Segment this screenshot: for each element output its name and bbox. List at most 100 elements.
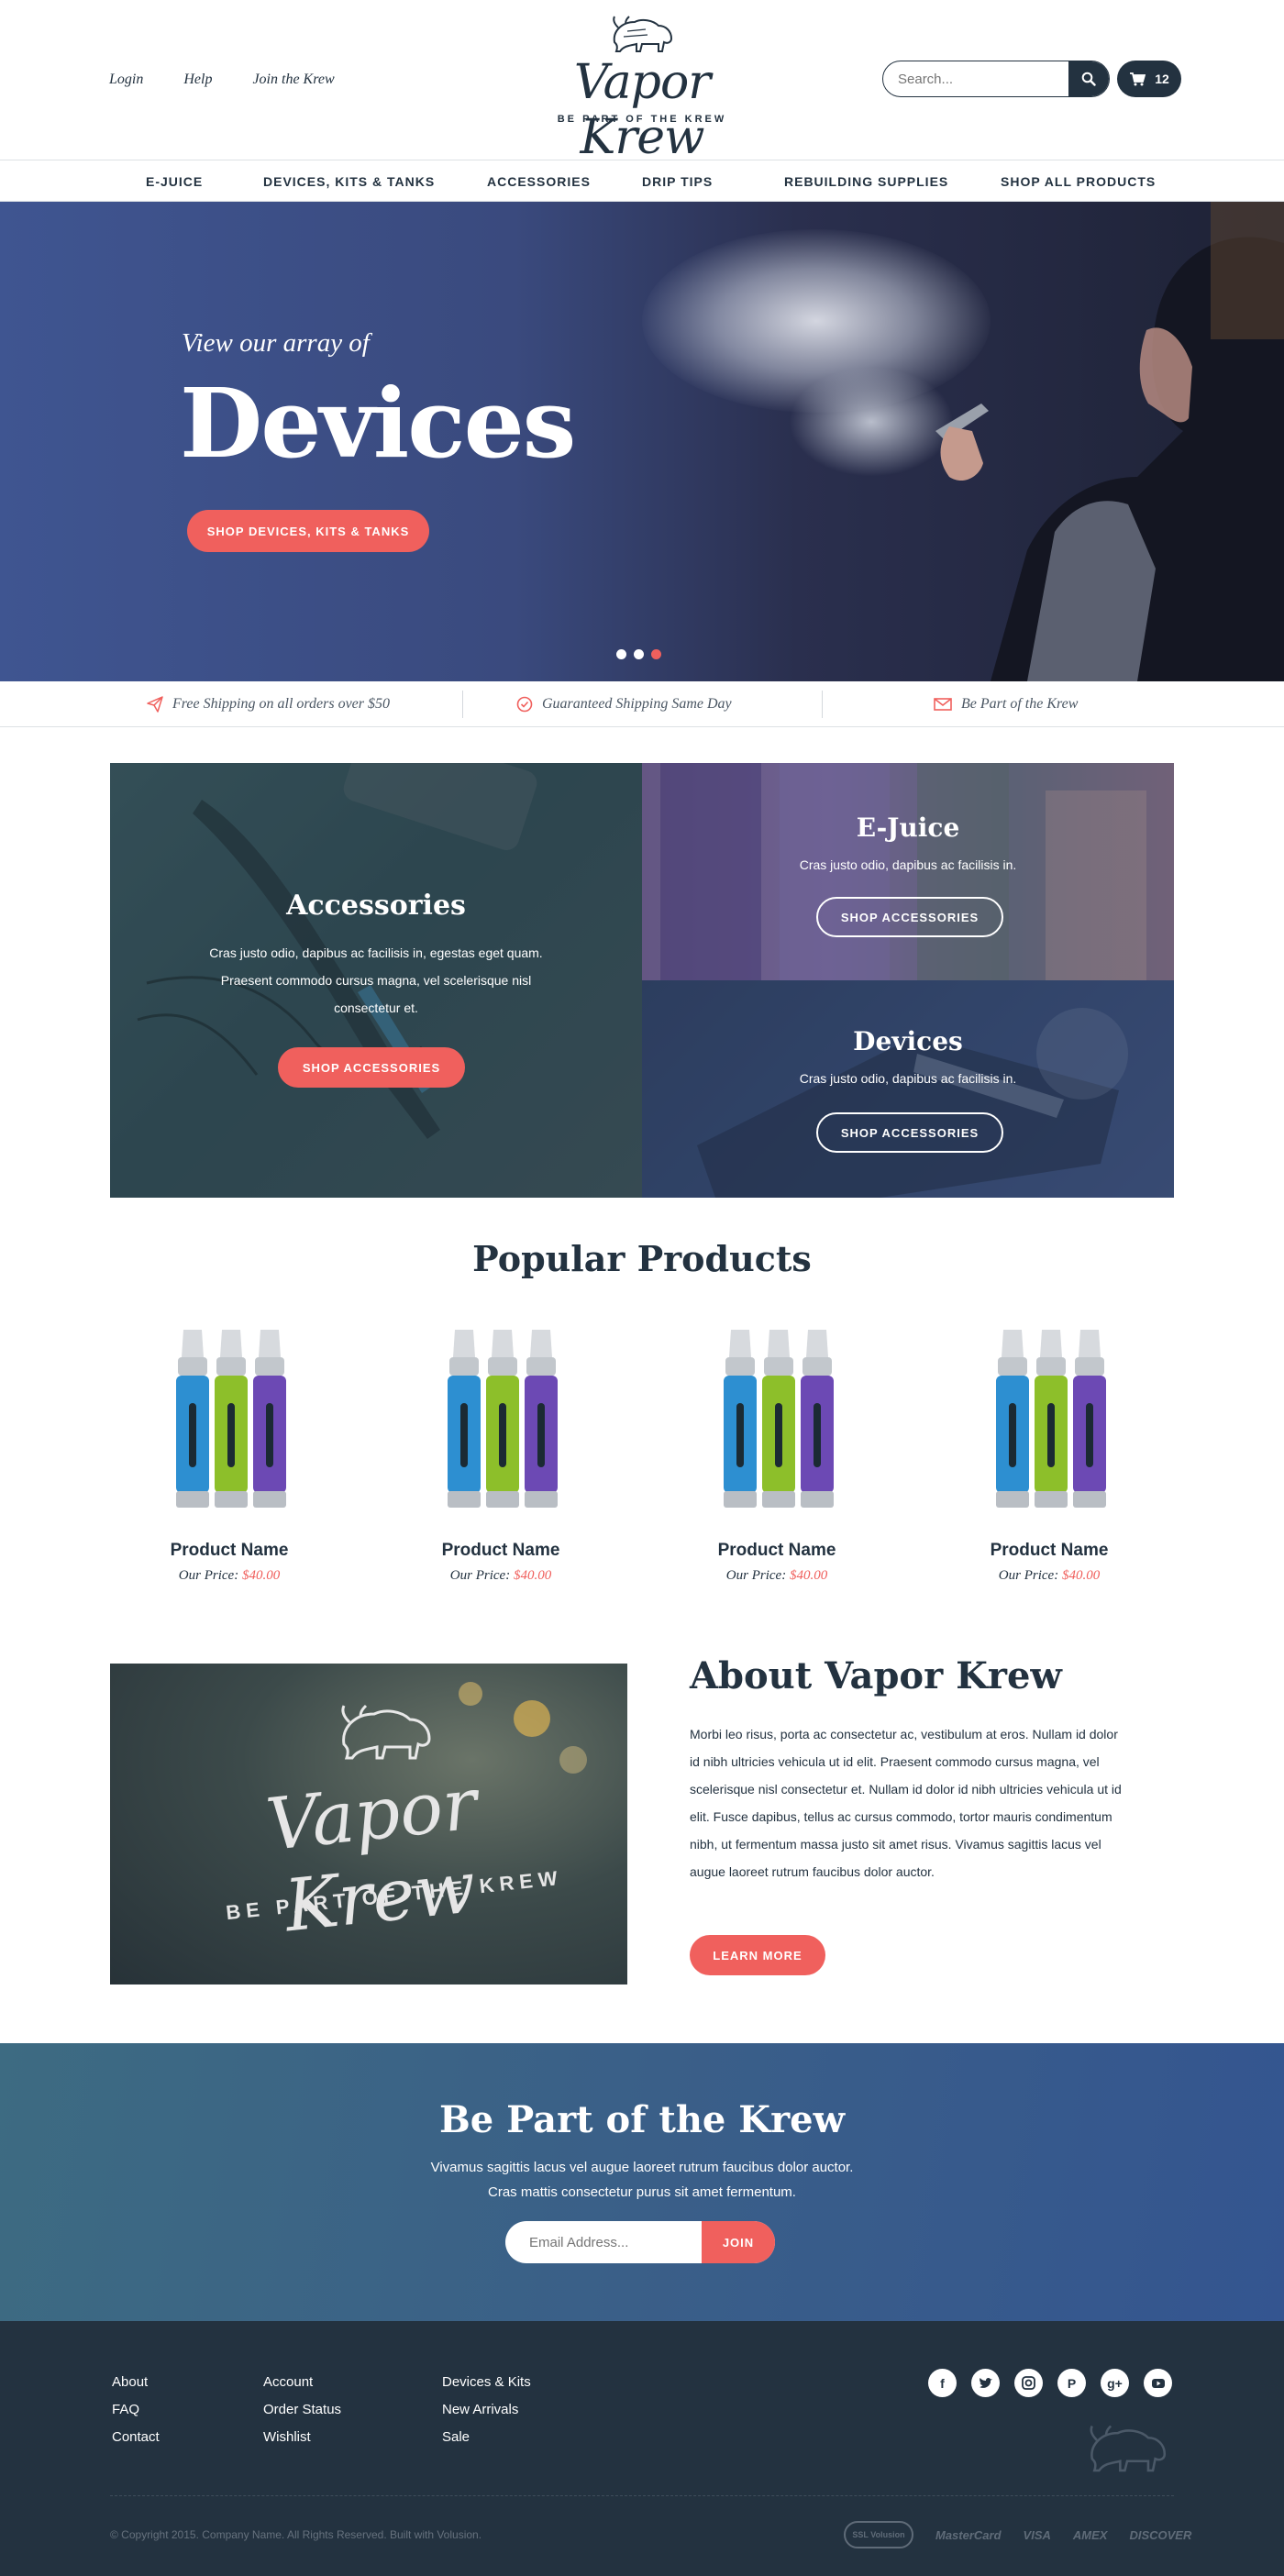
product-name[interactable]: Product Name	[128, 1541, 330, 1561]
slider-dots	[616, 649, 661, 659]
shop-devices-button[interactable]: SHOP DEVICES, KITS & TANKS	[187, 510, 429, 552]
footer-link-wishlist[interactable]: Wishlist	[263, 2424, 341, 2451]
shop-e-juice-button[interactable]: SHOP ACCESSORIES	[816, 897, 1003, 937]
google-plus-icon[interactable]: g+	[1101, 2369, 1129, 2397]
product-price: Our Price: $40.00	[998, 1568, 1101, 1583]
twitter-icon[interactable]	[971, 2369, 1000, 2397]
footer-link-order-status[interactable]: Order Status	[263, 2396, 341, 2424]
search-input[interactable]	[898, 69, 1063, 89]
nav-item-drip-tips[interactable]: DRIP TIPS	[642, 174, 713, 189]
footer-link-contact[interactable]: Contact	[112, 2424, 160, 2451]
logo-wordmark: Vapor Krew	[573, 55, 711, 165]
youtube-icon[interactable]	[1144, 2369, 1172, 2397]
footer-link-faq[interactable]: FAQ	[112, 2396, 160, 2424]
shop-accessories-button[interactable]: SHOP ACCESSORIES	[278, 1047, 465, 1088]
shop-devices-tile-button[interactable]: SHOP ACCESSORIES	[816, 1112, 1003, 1153]
tile-devices-text: Cras justo odio, dapibus ac facilisis in…	[799, 1071, 1017, 1086]
tile-accessories[interactable]: Accessories Cras justo odio, dapibus ac …	[110, 763, 642, 1198]
tile-e-juice[interactable]: E-Juice Cras justo odio, dapibus ac faci…	[642, 763, 1174, 980]
pinterest-icon[interactable]: P	[1057, 2369, 1086, 2397]
amex-logo: AMEX	[1072, 2527, 1108, 2542]
hero-slider: View our array of Devices SHOP DEVICES, …	[0, 202, 1284, 681]
product-name[interactable]: Product Name	[676, 1541, 878, 1561]
perk-krew: Be Part of the Krew	[934, 681, 1078, 727]
tile-accessories-text: Cras justo odio, dapibus ac facilisis in…	[209, 945, 543, 1015]
payment-methods: SSL Volusion MasterCard VISA AMEX DISCOV…	[844, 2521, 1191, 2548]
main-nav: E-JUICE DEVICES, KITS & TANKS ACCESSORIE…	[0, 160, 1284, 202]
product-name[interactable]: Product Name	[948, 1541, 1150, 1561]
envelope-icon	[934, 698, 952, 711]
about-image: Vapor Krew BE PART OF THE KREW	[110, 1664, 627, 1985]
nav-item-rebuilding-supplies[interactable]: REBUILDING SUPPLIES	[784, 174, 948, 189]
help-link[interactable]: Help	[183, 72, 212, 88]
nav-item-shop-all-products[interactable]: SHOP ALL PRODUCTS	[1001, 174, 1156, 189]
join-button[interactable]: JOIN	[702, 2221, 775, 2263]
nav-item-devices-kits-tanks[interactable]: DEVICES, KITS & TANKS	[263, 174, 435, 189]
footer-divider	[110, 2495, 1174, 2496]
slider-dot-active[interactable]	[651, 649, 661, 659]
logo-tagline: BE PART OF THE KREW	[557, 114, 727, 125]
product-card[interactable]: Product Name Our Price: $40.00	[400, 1321, 602, 1596]
product-image	[176, 1330, 286, 1508]
social-links: f P g+	[928, 2369, 1172, 2397]
facebook-icon[interactable]: f	[928, 2369, 957, 2397]
about-image-wordmark: Vapor Krew	[262, 1763, 482, 1949]
about-text: Morbi leo risus, porta ac consectetur ac…	[690, 1727, 1122, 1879]
product-card[interactable]: Product Name Our Price: $40.00	[948, 1321, 1150, 1596]
cart-count: 12	[1155, 72, 1169, 86]
newsletter-form: JOIN	[505, 2221, 775, 2263]
slider-dot[interactable]	[616, 649, 626, 659]
footer-link-sale[interactable]: Sale	[442, 2424, 531, 2451]
tile-e-juice-title: E-Juice	[856, 813, 960, 843]
visa-logo: VISA	[1023, 2527, 1051, 2542]
perk-same-day: Guaranteed Shipping Same Day	[516, 681, 732, 727]
newsletter-section: Be Part of the Krew Vivamus sagittis lac…	[0, 2043, 1284, 2321]
mastercard-logo: MasterCard	[935, 2527, 1002, 2542]
hero-photo	[935, 202, 1284, 681]
slider-dot[interactable]	[634, 649, 644, 659]
footer-column: Devices & Kits New Arrivals Sale	[442, 2369, 531, 2451]
perks-bar: Free Shipping on all orders over $50 Gua…	[0, 681, 1284, 727]
product-image	[448, 1330, 558, 1508]
footer-link-new-arrivals[interactable]: New Arrivals	[442, 2396, 531, 2424]
join-link[interactable]: Join the Krew	[252, 72, 334, 88]
category-tiles: Accessories Cras justo odio, dapibus ac …	[110, 763, 1174, 1198]
tile-e-juice-text: Cras justo odio, dapibus ac facilisis in…	[799, 857, 1017, 872]
cart-button[interactable]: 12	[1117, 61, 1181, 97]
hero-eyebrow: View our array of	[182, 328, 370, 358]
learn-more-button[interactable]: LEARN MORE	[690, 1935, 825, 1975]
footer-link-account[interactable]: Account	[263, 2369, 341, 2396]
footer-column: Account Order Status Wishlist	[263, 2369, 341, 2451]
perk-divider	[822, 691, 823, 718]
bison-logo-icon	[1090, 2425, 1167, 2472]
newsletter-text: Vivamus sagittis lacus vel augue laoreet…	[430, 2160, 854, 2200]
footer-link-about[interactable]: About	[112, 2369, 160, 2396]
product-name[interactable]: Product Name	[400, 1541, 602, 1561]
about-title: About Vapor Krew	[690, 1654, 1062, 1697]
email-field[interactable]	[529, 2232, 713, 2252]
product-image	[724, 1330, 834, 1508]
product-card[interactable]: Product Name Our Price: $40.00	[676, 1321, 878, 1596]
perk-free-shipping: Free Shipping on all orders over $50	[147, 681, 390, 727]
paper-plane-icon	[147, 696, 163, 713]
check-circle-icon	[516, 696, 533, 713]
product-price: Our Price: $40.00	[725, 1568, 828, 1583]
login-link[interactable]: Login	[109, 72, 143, 88]
popular-products-title: Popular Products	[472, 1238, 812, 1279]
product-card[interactable]: Product Name Our Price: $40.00	[128, 1321, 330, 1596]
search-icon	[1081, 72, 1096, 86]
cart-icon	[1130, 72, 1146, 86]
nav-item-accessories[interactable]: ACCESSORIES	[487, 174, 591, 189]
nav-item-e-juice[interactable]: E-JUICE	[146, 174, 203, 189]
site-footer: About FAQ Contact Account Order Status W…	[0, 2321, 1284, 2576]
discover-logo: DISCOVER	[1129, 2527, 1192, 2542]
search-button[interactable]	[1068, 61, 1109, 96]
perk-divider	[462, 691, 463, 718]
site-logo[interactable]: Vapor Krew BE PART OF THE KREW	[523, 15, 761, 165]
footer-link-devices-kits[interactable]: Devices & Kits	[442, 2369, 531, 2396]
ssl-badge: SSL Volusion	[844, 2521, 913, 2548]
search-box	[882, 61, 1110, 97]
product-price: Our Price: $40.00	[449, 1568, 552, 1583]
instagram-icon[interactable]	[1014, 2369, 1043, 2397]
tile-devices[interactable]: Devices Cras justo odio, dapibus ac faci…	[642, 980, 1174, 1198]
